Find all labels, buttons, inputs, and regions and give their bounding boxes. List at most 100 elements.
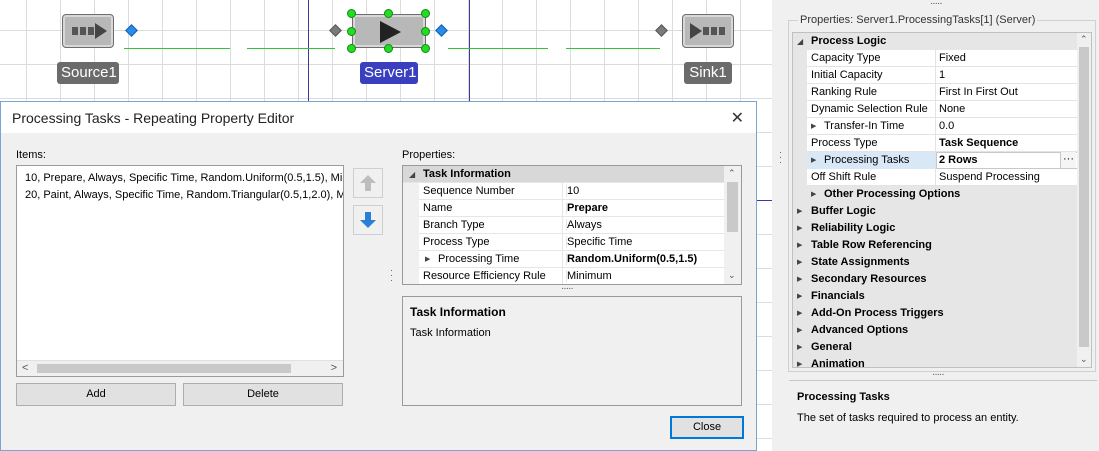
collapse-triangle-icon[interactable]: ◢ <box>797 37 803 46</box>
expand-triangle-icon[interactable]: ▶ <box>425 255 430 263</box>
scroll-down-icon[interactable]: ⌄ <box>728 270 736 281</box>
expand-triangle-icon[interactable]: ▶ <box>797 360 802 367</box>
server-output-node[interactable] <box>435 24 448 37</box>
resize-handle[interactable] <box>384 44 393 53</box>
expand-triangle-icon[interactable]: ▶ <box>811 156 816 164</box>
property-description-text: The set of tasks required to process an … <box>797 412 1019 424</box>
category-financials[interactable]: ▶ Financials <box>793 288 1078 305</box>
property-row-processing-time[interactable]: ▶ Processing Time Random.Uniform(0.5,1.5… <box>403 251 725 268</box>
property-row-dynamic-selection-rule[interactable]: Dynamic Selection Rule None <box>793 101 1078 118</box>
repeating-property-editor-dialog: Processing Tasks - Repeating Property Ed… <box>0 101 757 451</box>
move-up-button[interactable] <box>353 168 383 198</box>
connector-server-sink-a[interactable] <box>448 48 548 49</box>
category-add-on-process-triggers[interactable]: ▶ Add-On Process Triggers <box>793 305 1078 322</box>
server-label[interactable]: Server1 <box>360 62 418 84</box>
scroll-up-icon[interactable]: ⌃ <box>728 168 736 179</box>
resize-handle[interactable] <box>347 27 356 36</box>
close-button[interactable]: Close <box>670 416 744 439</box>
scroll-down-icon[interactable]: ⌄ <box>1080 354 1088 365</box>
category-task-information[interactable]: ◢ Task Information <box>403 166 725 183</box>
category-process-logic[interactable]: ◢ Process Logic <box>793 33 1078 50</box>
sink-label[interactable]: Sink1 <box>684 62 732 84</box>
close-icon[interactable]: ✕ <box>731 108 744 128</box>
category-state-assignments[interactable]: ▶ State Assignments <box>793 254 1078 271</box>
property-row-initial-capacity[interactable]: Initial Capacity 1 <box>793 67 1078 84</box>
expand-triangle-icon[interactable]: ▶ <box>797 343 802 351</box>
splitter-grip-icon[interactable]: · · · <box>779 148 783 167</box>
splitter-grip-icon[interactable]: · · · <box>390 266 394 285</box>
resize-handle[interactable] <box>384 9 393 18</box>
splitter-grip-icon[interactable]: ····· <box>561 283 574 294</box>
property-row-name[interactable]: Name Prepare <box>403 200 725 217</box>
server-input-node[interactable] <box>329 24 342 37</box>
splitter-grip-icon[interactable]: ····· <box>930 0 943 9</box>
list-item[interactable]: 10, Prepare, Always, Specific Time, Rand… <box>25 172 343 184</box>
scroll-left-icon[interactable]: < <box>22 362 28 374</box>
property-row-capacity-type[interactable]: Capacity Type Fixed <box>793 50 1078 67</box>
expand-triangle-icon[interactable]: ▶ <box>797 224 802 232</box>
property-row-sequence-number[interactable]: Sequence Number 10 <box>403 183 725 200</box>
property-row-processing-tasks[interactable]: ▶ Processing Tasks 2 Rows ··· <box>793 152 1078 169</box>
category-other-processing-options[interactable]: ▶ Other Processing Options <box>793 186 1078 203</box>
items-list[interactable]: 10, Prepare, Always, Specific Time, Rand… <box>16 165 344 377</box>
list-item[interactable]: 20, Paint, Always, Specific Time, Random… <box>25 189 343 201</box>
sink-input-node[interactable] <box>655 24 668 37</box>
property-row-branch-type[interactable]: Branch Type Always <box>403 217 725 234</box>
resize-handle[interactable] <box>421 27 430 36</box>
expand-triangle-icon[interactable]: ▶ <box>797 292 802 300</box>
delete-button[interactable]: Delete <box>183 383 343 406</box>
scroll-right-icon[interactable]: > <box>331 362 337 374</box>
arrow-down-icon <box>360 212 376 228</box>
vertical-scrollbar[interactable]: ⌃ ⌄ <box>1077 33 1091 367</box>
category-secondary-resources[interactable]: ▶ Secondary Resources <box>793 271 1078 288</box>
ellipsis-button[interactable]: ··· <box>1060 152 1076 168</box>
server-node[interactable] <box>352 14 426 48</box>
scroll-thumb[interactable] <box>37 364 291 373</box>
resize-handle[interactable] <box>347 9 356 18</box>
category-animation[interactable]: ▶ Animation <box>793 356 1078 367</box>
expand-triangle-icon[interactable]: ▶ <box>797 241 802 249</box>
horizontal-scrollbar[interactable]: < > <box>17 360 343 376</box>
sink-icon <box>690 23 725 39</box>
category-buffer-logic[interactable]: ▶ Buffer Logic <box>793 203 1078 220</box>
expand-triangle-icon[interactable]: ▶ <box>797 207 802 215</box>
sink-node[interactable] <box>682 14 734 48</box>
source-icon <box>72 23 107 39</box>
property-row-off-shift-rule[interactable]: Off Shift Rule Suspend Processing <box>793 169 1078 186</box>
connector-source-server-b[interactable] <box>247 48 335 49</box>
description-title: Task Information <box>410 305 506 319</box>
expand-triangle-icon[interactable]: ▶ <box>797 326 802 334</box>
source-label[interactable]: Source1 <box>57 62 119 84</box>
source-node[interactable] <box>62 14 114 48</box>
add-button[interactable]: Add <box>16 383 176 406</box>
resize-handle[interactable] <box>347 44 356 53</box>
scroll-thumb[interactable] <box>1079 47 1089 347</box>
expand-triangle-icon[interactable]: ▶ <box>811 190 816 198</box>
property-row-ranking-rule[interactable]: Ranking Rule First In First Out <box>793 84 1078 101</box>
move-down-button[interactable] <box>353 205 383 235</box>
expand-triangle-icon[interactable]: ▶ <box>797 309 802 317</box>
description-panel: Task Information Task Information <box>402 296 742 406</box>
connector-source-server-a[interactable] <box>124 48 230 49</box>
category-table-row-referencing[interactable]: ▶ Table Row Referencing <box>793 237 1078 254</box>
category-general[interactable]: ▶ General <box>793 339 1078 356</box>
vertical-scrollbar[interactable]: ⌃ ⌄ <box>724 166 741 284</box>
expand-triangle-icon[interactable]: ▶ <box>811 122 816 130</box>
source-output-node[interactable] <box>125 24 138 37</box>
connector-server-sink-b[interactable] <box>566 48 660 49</box>
splitter-grip-icon[interactable]: ····· <box>932 369 945 380</box>
collapse-triangle-icon[interactable]: ◢ <box>409 170 415 179</box>
scroll-up-icon[interactable]: ⌃ <box>1080 34 1088 45</box>
expand-triangle-icon[interactable]: ▶ <box>797 258 802 266</box>
resize-handle[interactable] <box>421 44 430 53</box>
expand-triangle-icon[interactable]: ▶ <box>797 275 802 283</box>
task-property-grid[interactable]: ◢ Task Information Sequence Number 10 Na… <box>402 165 742 285</box>
resize-handle[interactable] <box>421 9 430 18</box>
property-row-process-type[interactable]: Process Type Task Sequence <box>793 135 1078 152</box>
category-reliability-logic[interactable]: ▶ Reliability Logic <box>793 220 1078 237</box>
properties-grid[interactable]: ◢ Process Logic Capacity Type Fixed Init… <box>792 32 1092 368</box>
property-row-transfer-in-time[interactable]: ▶ Transfer-In Time 0.0 <box>793 118 1078 135</box>
scroll-thumb[interactable] <box>727 182 738 232</box>
property-row-process-type[interactable]: Process Type Specific Time <box>403 234 725 251</box>
category-advanced-options[interactable]: ▶ Advanced Options <box>793 322 1078 339</box>
